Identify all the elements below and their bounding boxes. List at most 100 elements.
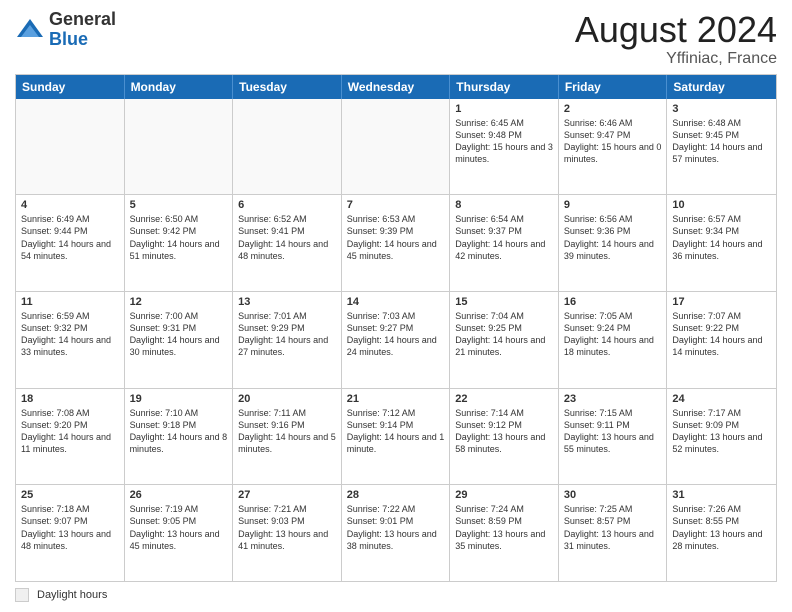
day-number: 5 — [130, 199, 228, 211]
cal-cell: 29Sunrise: 7:24 AM Sunset: 8:59 PM Dayli… — [450, 485, 559, 581]
day-number: 28 — [347, 489, 445, 501]
cal-cell — [16, 99, 125, 195]
day-number: 20 — [238, 393, 336, 405]
cell-info: Sunrise: 7:25 AM Sunset: 8:57 PM Dayligh… — [564, 503, 662, 552]
cell-info: Sunrise: 6:59 AM Sunset: 9:32 PM Dayligh… — [21, 310, 119, 359]
cell-info: Sunrise: 6:45 AM Sunset: 9:48 PM Dayligh… — [455, 117, 553, 166]
day-number: 3 — [672, 103, 771, 115]
day-number: 9 — [564, 199, 662, 211]
cell-info: Sunrise: 6:56 AM Sunset: 9:36 PM Dayligh… — [564, 213, 662, 262]
cal-row: 25 Sunrise: 7:18 AM Sunset: 9:07 PM Dayli… — [16, 484, 776, 581]
cell-info: Sunrise: 6:50 AM Sunset: 9:42 PM Dayligh… — [130, 213, 228, 262]
page: General Blue August 2024 Yffiniac, Franc… — [0, 0, 792, 612]
cal-cell: 17 Sunrise: 7:07 AM Sunset: 9:22 PM Dayli… — [667, 292, 776, 388]
cal-cell: 23Sunrise: 7:15 AM Sunset: 9:11 PM Dayli… — [559, 389, 668, 485]
day-number: 1 — [455, 103, 553, 115]
day-number: 26 — [130, 489, 228, 501]
cell-info: Sunrise: 6:53 AM Sunset: 9:39 PM Dayligh… — [347, 213, 445, 262]
day-number: 29 — [455, 489, 553, 501]
cal-cell: 2 Sunrise: 6:46 AM Sunset: 9:47 PM Daylig… — [559, 99, 668, 195]
logo-general: General — [49, 10, 116, 30]
cal-row: 4Sunrise: 6:49 AM Sunset: 9:44 PM Daylig… — [16, 194, 776, 291]
cal-cell: 31 Sunrise: 7:26 AM Sunset: 8:55 PM Dayli… — [667, 485, 776, 581]
cal-row: 1 Sunrise: 6:45 AM Sunset: 9:48 PM Daylig… — [16, 99, 776, 195]
cal-header-cell: Wednesday — [342, 75, 451, 99]
cal-header-cell: Sunday — [16, 75, 125, 99]
cal-cell: 21 Sunrise: 7:12 AM Sunset: 9:14 PM Dayli… — [342, 389, 451, 485]
cell-info: Sunrise: 7:26 AM Sunset: 8:55 PM Dayligh… — [672, 503, 771, 552]
cell-info: Sunrise: 7:19 AM Sunset: 9:05 PM Dayligh… — [130, 503, 228, 552]
day-number: 17 — [672, 296, 771, 308]
day-number: 31 — [672, 489, 771, 501]
cal-cell: 27Sunrise: 7:21 AM Sunset: 9:03 PM Dayli… — [233, 485, 342, 581]
cell-info: Sunrise: 7:17 AM Sunset: 9:09 PM Dayligh… — [672, 407, 771, 456]
cal-header-cell: Thursday — [450, 75, 559, 99]
day-number: 15 — [455, 296, 553, 308]
cal-cell — [125, 99, 234, 195]
cell-info: Sunrise: 7:07 AM Sunset: 9:22 PM Dayligh… — [672, 310, 771, 359]
legend-label: Daylight hours — [37, 589, 107, 601]
day-number: 11 — [21, 296, 119, 308]
day-number: 25 — [21, 489, 119, 501]
cal-header-cell: Monday — [125, 75, 234, 99]
day-number: 18 — [21, 393, 119, 405]
cal-cell: 26 Sunrise: 7:19 AM Sunset: 9:05 PM Dayli… — [125, 485, 234, 581]
cal-cell: 22 Sunrise: 7:14 AM Sunset: 9:12 PM Dayli… — [450, 389, 559, 485]
cal-cell: 3 Sunrise: 6:48 AM Sunset: 9:45 PM Daylig… — [667, 99, 776, 195]
cal-cell: 16Sunrise: 7:05 AM Sunset: 9:24 PM Dayli… — [559, 292, 668, 388]
day-number: 14 — [347, 296, 445, 308]
cal-cell: 4Sunrise: 6:49 AM Sunset: 9:44 PM Daylig… — [16, 195, 125, 291]
day-number: 8 — [455, 199, 553, 211]
logo-blue: Blue — [49, 30, 116, 50]
title-month: August 2024 — [575, 10, 777, 50]
cal-cell: 8 Sunrise: 6:54 AM Sunset: 9:37 PM Daylig… — [450, 195, 559, 291]
cell-info: Sunrise: 7:05 AM Sunset: 9:24 PM Dayligh… — [564, 310, 662, 359]
cal-cell: 30Sunrise: 7:25 AM Sunset: 8:57 PM Dayli… — [559, 485, 668, 581]
cal-cell: 20Sunrise: 7:11 AM Sunset: 9:16 PM Dayli… — [233, 389, 342, 485]
cell-info: Sunrise: 7:04 AM Sunset: 9:25 PM Dayligh… — [455, 310, 553, 359]
title-location: Yffiniac, France — [575, 50, 777, 68]
cell-info: Sunrise: 7:21 AM Sunset: 9:03 PM Dayligh… — [238, 503, 336, 552]
cal-cell: 19 Sunrise: 7:10 AM Sunset: 9:18 PM Dayli… — [125, 389, 234, 485]
cell-info: Sunrise: 7:10 AM Sunset: 9:18 PM Dayligh… — [130, 407, 228, 456]
cell-info: Sunrise: 6:48 AM Sunset: 9:45 PM Dayligh… — [672, 117, 771, 166]
calendar-header: SundayMondayTuesdayWednesdayThursdayFrid… — [16, 75, 776, 99]
cal-row: 18 Sunrise: 7:08 AM Sunset: 9:20 PM Dayli… — [16, 388, 776, 485]
cell-info: Sunrise: 6:54 AM Sunset: 9:37 PM Dayligh… — [455, 213, 553, 262]
day-number: 22 — [455, 393, 553, 405]
day-number: 6 — [238, 199, 336, 211]
cal-cell: 28Sunrise: 7:22 AM Sunset: 9:01 PM Dayli… — [342, 485, 451, 581]
day-number: 7 — [347, 199, 445, 211]
cal-cell: 5 Sunrise: 6:50 AM Sunset: 9:42 PM Daylig… — [125, 195, 234, 291]
cell-info: Sunrise: 6:46 AM Sunset: 9:47 PM Dayligh… — [564, 117, 662, 166]
cal-cell — [233, 99, 342, 195]
day-number: 2 — [564, 103, 662, 115]
footer: Daylight hours — [15, 588, 777, 602]
calendar: SundayMondayTuesdayWednesdayThursdayFrid… — [15, 74, 777, 582]
cal-cell: 10Sunrise: 6:57 AM Sunset: 9:34 PM Dayli… — [667, 195, 776, 291]
cal-header-cell: Saturday — [667, 75, 776, 99]
header: General Blue August 2024 Yffiniac, Franc… — [15, 10, 777, 68]
logo: General Blue — [15, 10, 116, 50]
legend-box — [15, 588, 29, 602]
cal-cell: 24Sunrise: 7:17 AM Sunset: 9:09 PM Dayli… — [667, 389, 776, 485]
cal-cell — [342, 99, 451, 195]
logo-icon — [15, 15, 45, 45]
cal-cell: 25 Sunrise: 7:18 AM Sunset: 9:07 PM Dayli… — [16, 485, 125, 581]
cal-header-cell: Friday — [559, 75, 668, 99]
day-number: 13 — [238, 296, 336, 308]
title-block: August 2024 Yffiniac, France — [575, 10, 777, 68]
day-number: 21 — [347, 393, 445, 405]
cal-cell: 13Sunrise: 7:01 AM Sunset: 9:29 PM Dayli… — [233, 292, 342, 388]
day-number: 19 — [130, 393, 228, 405]
cell-info: Sunrise: 7:18 AM Sunset: 9:07 PM Dayligh… — [21, 503, 119, 552]
cell-info: Sunrise: 7:12 AM Sunset: 9:14 PM Dayligh… — [347, 407, 445, 456]
cal-cell: 14Sunrise: 7:03 AM Sunset: 9:27 PM Dayli… — [342, 292, 451, 388]
day-number: 12 — [130, 296, 228, 308]
day-number: 4 — [21, 199, 119, 211]
cell-info: Sunrise: 7:08 AM Sunset: 9:20 PM Dayligh… — [21, 407, 119, 456]
cell-info: Sunrise: 7:15 AM Sunset: 9:11 PM Dayligh… — [564, 407, 662, 456]
cell-info: Sunrise: 7:14 AM Sunset: 9:12 PM Dayligh… — [455, 407, 553, 456]
calendar-body: 1 Sunrise: 6:45 AM Sunset: 9:48 PM Daylig… — [16, 99, 776, 581]
cell-info: Sunrise: 7:00 AM Sunset: 9:31 PM Dayligh… — [130, 310, 228, 359]
